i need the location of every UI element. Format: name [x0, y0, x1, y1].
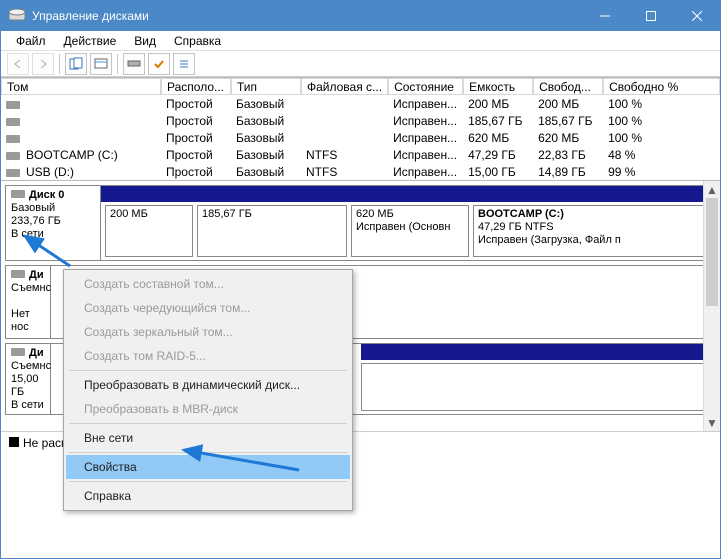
- menu-separator: [69, 423, 347, 424]
- scroll-down-icon[interactable]: ▼: [704, 414, 720, 431]
- col-fs[interactable]: Файловая с...: [301, 78, 388, 95]
- col-layout[interactable]: Располо...: [161, 78, 231, 95]
- volumes-view-icon[interactable]: [123, 53, 145, 75]
- menu-view[interactable]: Вид: [125, 32, 165, 50]
- volume-icon: [6, 118, 20, 126]
- toolbar-divider: [59, 54, 60, 74]
- scroll-thumb[interactable]: [706, 198, 718, 306]
- partition[interactable]: 200 МБ: [105, 205, 193, 257]
- table-header-row: Том Располо... Тип Файловая с... Состоян…: [1, 78, 720, 95]
- menu-separator: [69, 370, 347, 371]
- disk-row-0[interactable]: Диск 0 Базовый 233,76 ГБ В сети 200 МБ 1…: [5, 185, 716, 261]
- list-icon[interactable]: [173, 53, 195, 75]
- menu-separator: [69, 481, 347, 482]
- menu-convert-mbr[interactable]: Преобразовать в MBR-диск: [66, 397, 350, 421]
- table-row[interactable]: BOOTCAMP (C:)ПростойБазовыйNTFSИсправен.…: [1, 146, 720, 163]
- check-icon[interactable]: [148, 53, 170, 75]
- col-pct[interactable]: Свободно %: [603, 78, 720, 95]
- help-icon[interactable]: [90, 53, 112, 75]
- col-volume[interactable]: Том: [1, 78, 161, 95]
- menubar: Файл Действие Вид Справка: [1, 31, 720, 51]
- toolbar: [1, 51, 720, 77]
- volume-icon: [6, 169, 20, 177]
- col-capacity[interactable]: Емкость: [463, 78, 533, 95]
- partition-bar: [361, 344, 711, 360]
- titlebar: Управление дисками: [1, 1, 720, 31]
- partition[interactable]: 185,67 ГБ: [197, 205, 347, 257]
- table-row[interactable]: USB (D:)ПростойБазовыйNTFSИсправен...15,…: [1, 163, 720, 180]
- table-row[interactable]: ПростойБазовыйИсправен...200 МБ200 МБ100…: [1, 95, 720, 112]
- toolbar-divider: [117, 54, 118, 74]
- disk-info[interactable]: Ди Съемнс Нет нос: [6, 266, 51, 338]
- maximize-button[interactable]: [628, 1, 674, 31]
- col-status[interactable]: Состояние: [388, 78, 463, 95]
- disk-icon: [11, 190, 25, 198]
- menu-convert-dynamic[interactable]: Преобразовать в динамический диск...: [66, 373, 350, 397]
- window-title: Управление дисками: [32, 9, 582, 23]
- disk-info[interactable]: Ди Съемнс 15,00 ГБ В сети: [6, 344, 51, 414]
- table-row[interactable]: ПростойБазовыйИсправен...185,67 ГБ185,67…: [1, 112, 720, 129]
- partition[interactable]: 620 МБИсправен (Основн: [351, 205, 469, 257]
- menu-new-striped-volume[interactable]: Создать чередующийся том...: [66, 296, 350, 320]
- disk-icon: [11, 348, 25, 356]
- app-icon: [9, 9, 25, 23]
- volume-icon: [6, 152, 20, 160]
- partition[interactable]: [361, 363, 711, 411]
- volume-icon: [6, 135, 20, 143]
- menu-new-spanned-volume[interactable]: Создать составной том...: [66, 272, 350, 296]
- partition-bar: [101, 186, 715, 202]
- minimize-button[interactable]: [582, 1, 628, 31]
- close-button[interactable]: [674, 1, 720, 31]
- menu-file[interactable]: Файл: [7, 32, 55, 50]
- forward-button[interactable]: [32, 53, 54, 75]
- volume-list-pane: Том Располо... Тип Файловая с... Состоян…: [1, 77, 720, 181]
- table-row[interactable]: ПростойБазовыйИсправен...620 МБ620 МБ100…: [1, 129, 720, 146]
- menu-action[interactable]: Действие: [55, 32, 126, 50]
- annotation-arrow: [15, 231, 75, 274]
- menu-new-mirrored-volume[interactable]: Создать зеркальный том...: [66, 320, 350, 344]
- refresh-icon[interactable]: [65, 53, 87, 75]
- context-menu: Создать составной том... Создать чередую…: [63, 269, 353, 511]
- menu-help[interactable]: Справка: [66, 484, 350, 508]
- annotation-arrow: [174, 445, 304, 478]
- col-free[interactable]: Свобод...: [533, 78, 603, 95]
- back-button[interactable]: [7, 53, 29, 75]
- menu-help[interactable]: Справка: [165, 32, 230, 50]
- col-type[interactable]: Тип: [231, 78, 301, 95]
- volume-icon: [6, 101, 20, 109]
- menu-new-raid5-volume[interactable]: Создать том RAID-5...: [66, 344, 350, 368]
- scroll-up-icon[interactable]: ▲: [704, 181, 720, 198]
- vertical-scrollbar[interactable]: ▲ ▼: [703, 181, 720, 431]
- volume-table[interactable]: Том Располо... Тип Файловая с... Состоян…: [1, 78, 720, 180]
- partition[interactable]: BOOTCAMP (C:)47,29 ГБ NTFSИсправен (Загр…: [473, 205, 711, 257]
- disk-partitions: 200 МБ 185,67 ГБ 620 МБИсправен (Основн …: [101, 186, 715, 260]
